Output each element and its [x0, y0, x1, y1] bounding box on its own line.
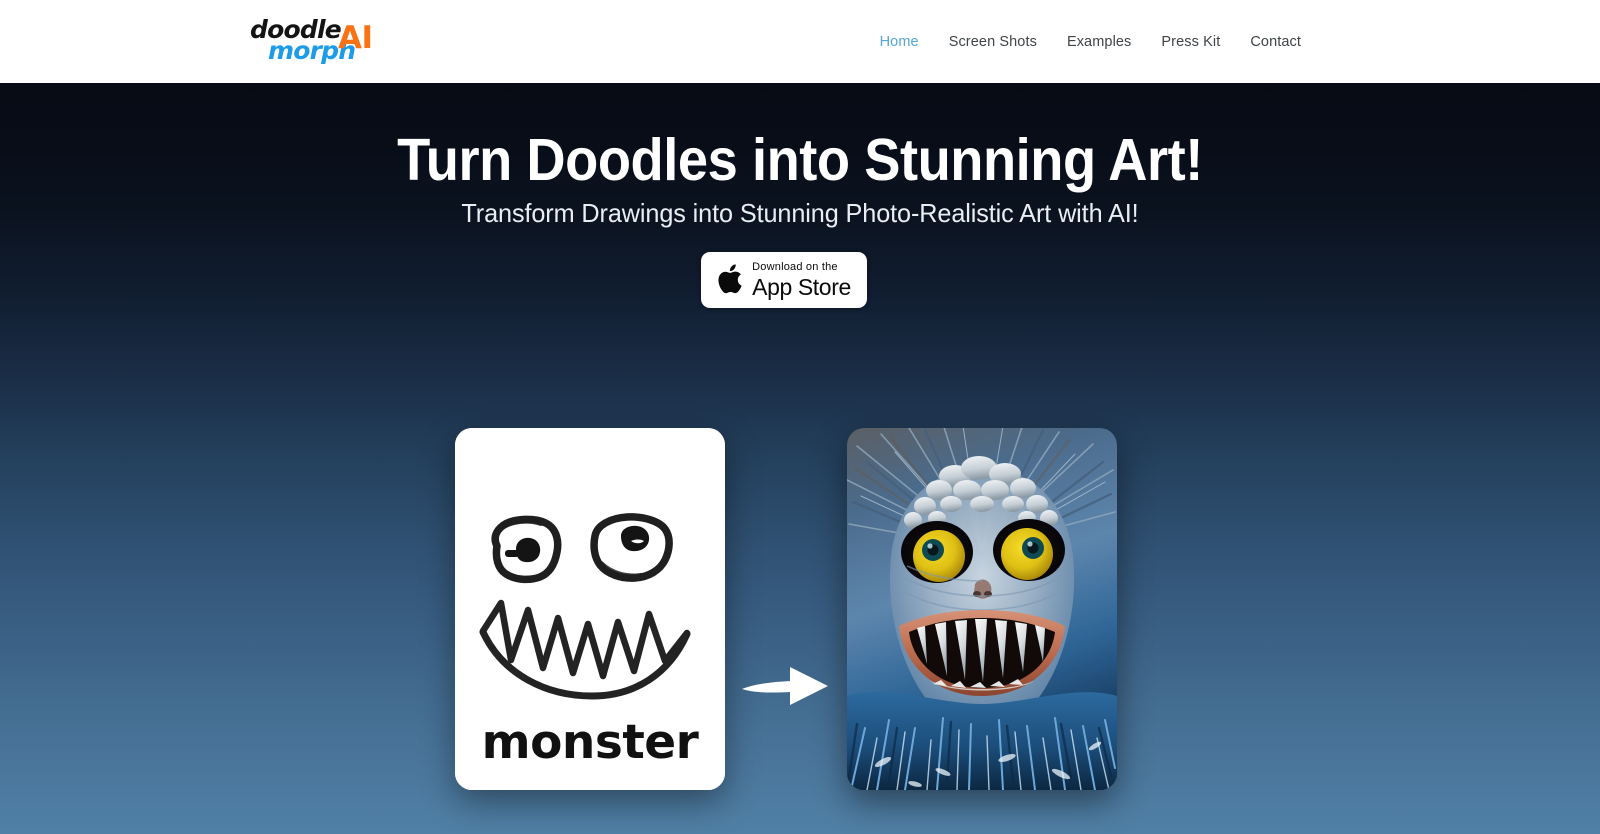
hero-subheadline: Transform Drawings into Stunning Photo-R… — [461, 198, 1139, 228]
doodle-card-before[interactable]: monster — [455, 428, 725, 790]
nav-item-home[interactable]: Home — [865, 34, 934, 50]
doodle-caption: monster — [482, 715, 700, 770]
apple-logo-icon — [718, 264, 742, 294]
app-store-small-label: Download on the — [752, 260, 838, 273]
site-header: doodle morph AI Home Screen Shots Exampl… — [0, 0, 1600, 83]
nav-item-screen-shots[interactable]: Screen Shots — [934, 34, 1052, 50]
landing-page: doodle morph AI Home Screen Shots Exampl… — [0, 0, 1600, 834]
ai-result-card-after[interactable] — [847, 428, 1117, 790]
app-store-download-button[interactable]: Download on the App Store — [701, 252, 867, 308]
nav-item-examples[interactable]: Examples — [1052, 34, 1146, 50]
app-store-large-label: App Store — [752, 273, 851, 300]
doodle-monster-drawing: monster — [455, 428, 725, 790]
main-navigation: Home Screen Shots Examples Press Kit Con… — [865, 0, 1316, 83]
logo-text-ai: AI — [338, 20, 373, 56]
nav-item-press-kit[interactable]: Press Kit — [1146, 34, 1235, 50]
hero-section: Turn Doodles into Stunning Art! Transfor… — [0, 83, 1600, 834]
nav-item-contact[interactable]: Contact — [1235, 34, 1316, 50]
ai-generated-monster-image — [847, 428, 1117, 790]
hero-headline: Turn Doodles into Stunning Art! — [397, 127, 1203, 193]
site-logo[interactable]: doodle morph AI — [250, 17, 380, 67]
app-store-labels: Download on the App Store — [752, 260, 851, 300]
right-arrow-icon — [742, 667, 828, 705]
app-store-badge-content: Download on the App Store — [717, 260, 851, 300]
